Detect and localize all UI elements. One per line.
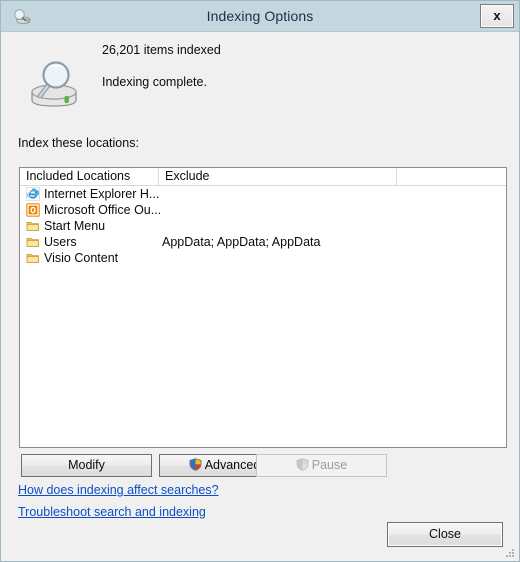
- indexing-status-text: Indexing complete.: [102, 75, 207, 89]
- uac-shield-icon: [296, 457, 309, 471]
- pause-button[interactable]: Pause: [256, 454, 387, 477]
- drive-magnifier-icon: [23, 56, 85, 114]
- table-row[interactable]: Microsoft Office Ou...: [20, 202, 506, 218]
- table-row[interactable]: Start Menu: [20, 218, 506, 234]
- folder-icon: [26, 251, 40, 265]
- title-bar[interactable]: Indexing Options x: [1, 1, 519, 32]
- table-row[interactable]: Internet Explorer H...: [20, 186, 506, 202]
- troubleshoot-search-and-indexing-link[interactable]: Troubleshoot search and indexing: [18, 505, 206, 519]
- indexing-options-dialog: Indexing Options x 26,201 items indexed …: [0, 0, 520, 562]
- close-button[interactable]: Close: [387, 522, 503, 547]
- items-indexed-count: 26,201 items indexed: [102, 43, 221, 57]
- titlebar-close-button[interactable]: x: [480, 4, 514, 28]
- internet-explorer-icon: [26, 187, 40, 201]
- location-name: Users: [44, 235, 77, 249]
- table-row[interactable]: Visio Content: [20, 250, 506, 266]
- index-locations-label: Index these locations:: [18, 136, 139, 150]
- modify-button[interactable]: Modify: [21, 454, 152, 477]
- window-title: Indexing Options: [206, 8, 314, 24]
- column-header-blank[interactable]: [397, 168, 506, 185]
- location-name: Microsoft Office Ou...: [44, 203, 162, 217]
- outlook-icon: [26, 203, 40, 217]
- list-body: Internet Explorer H... Microsoft Office …: [20, 186, 506, 446]
- resize-grip[interactable]: [503, 546, 515, 558]
- column-header-included-locations[interactable]: Included Locations: [20, 168, 159, 185]
- advanced-button-label: Advanced: [204, 458, 261, 472]
- pause-button-label: Pause: [311, 458, 348, 472]
- folder-icon: [26, 235, 40, 249]
- location-exclude: AppData; AppData; AppData: [162, 235, 321, 249]
- location-name: Start Menu: [44, 219, 106, 233]
- included-locations-list[interactable]: Included Locations Exclude Internet Expl…: [19, 167, 507, 448]
- uac-shield-icon: [189, 457, 202, 471]
- table-row[interactable]: Users AppData; AppData; AppData: [20, 234, 506, 250]
- location-name: Visio Content: [44, 251, 119, 265]
- list-header: Included Locations Exclude: [20, 168, 506, 186]
- how-does-indexing-affect-searches-link[interactable]: How does indexing affect searches?: [18, 483, 219, 497]
- column-header-exclude[interactable]: Exclude: [159, 168, 397, 185]
- folder-icon: [26, 219, 40, 233]
- location-name: Internet Explorer H...: [44, 187, 160, 201]
